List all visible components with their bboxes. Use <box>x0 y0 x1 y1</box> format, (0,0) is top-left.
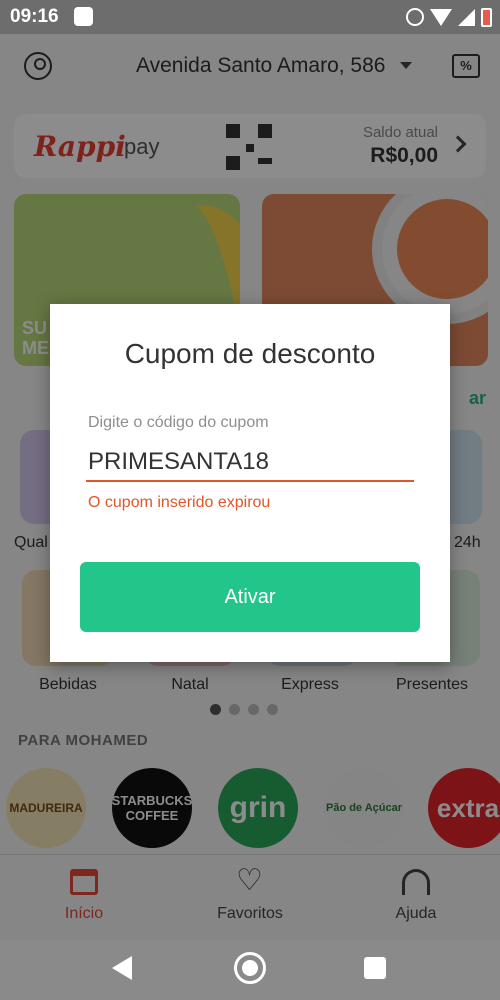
home-button-icon[interactable] <box>234 952 266 984</box>
recent-apps-icon[interactable] <box>364 957 386 979</box>
status-icons <box>406 7 492 27</box>
signal-icon <box>458 8 475 26</box>
dialog-title: Cupom de desconto <box>124 338 376 369</box>
status-bar: 09:16 <box>0 0 500 34</box>
status-time: 09:16 <box>10 6 59 27</box>
system-navigation-bar <box>0 940 500 1000</box>
notification-app-icon <box>74 7 93 26</box>
alarm-icon <box>406 8 424 26</box>
back-icon[interactable] <box>112 956 132 980</box>
coupon-error-message: O cupom inserido expirou <box>88 494 271 511</box>
coupon-field-label: Digite o código do cupom <box>88 414 269 431</box>
coupon-dialog: Cupom de desconto Digite o código do cup… <box>50 304 450 662</box>
wifi-icon <box>430 8 452 26</box>
activate-button[interactable]: Ativar <box>80 562 420 632</box>
battery-icon <box>481 7 492 27</box>
coupon-code-input[interactable] <box>86 442 414 482</box>
